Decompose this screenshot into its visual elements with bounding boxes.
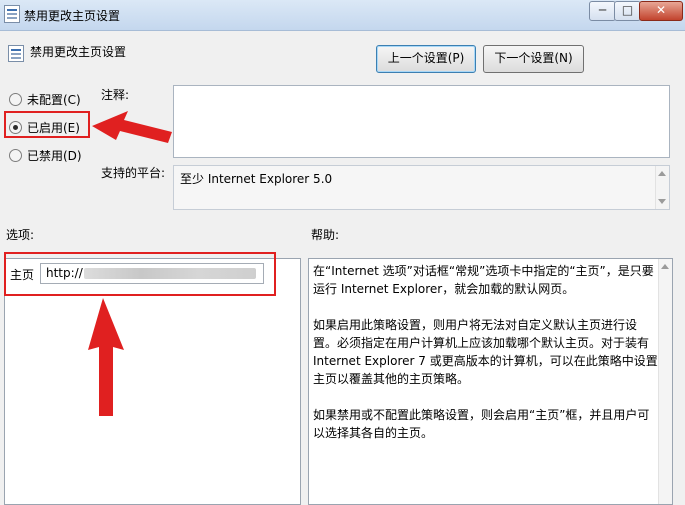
maximize-button[interactable]: □ — [614, 1, 641, 21]
platform-label: 支持的平台: — [101, 166, 166, 180]
help-paragraph: 如果启用此策略设置，则用户将无法对自定义默认主页进行设置。必须指定在用户计算机上… — [313, 318, 658, 386]
help-label: 帮助: — [311, 228, 340, 242]
radio-label: 未配置(C) — [27, 93, 81, 107]
platform-scrollbar[interactable] — [655, 166, 669, 209]
arrow-to-enabled-icon — [92, 111, 172, 143]
previous-setting-button[interactable]: 上一个设置(P) — [376, 45, 476, 73]
scroll-down-icon[interactable] — [658, 199, 666, 204]
options-label: 选项: — [6, 228, 35, 242]
radio-button-icon — [9, 149, 22, 162]
minimize-button[interactable]: ─ — [589, 1, 616, 21]
comment-textarea[interactable] — [173, 85, 670, 158]
policy-title: 禁用更改主页设置 — [30, 45, 127, 59]
platform-value: 至少 Internet Explorer 5.0 — [180, 172, 333, 186]
next-setting-button[interactable]: 下一个设置(N) — [483, 45, 584, 73]
scroll-up-icon[interactable] — [658, 171, 666, 176]
help-text: 在“Internet 选项”对话框“常规”选项卡中指定的“主页”，是只要运行 I… — [313, 262, 659, 460]
policy-window-icon — [4, 5, 20, 23]
help-paragraph: 如果禁用或不配置此策略设置，则会启用“主页”框，并且用户可以选择其各自的主页。 — [313, 408, 650, 440]
help-scrollbar[interactable] — [658, 259, 672, 504]
highlight-box-enabled — [4, 111, 90, 138]
window-title: 禁用更改主页设置 — [24, 9, 121, 23]
comment-label: 注释: — [101, 88, 130, 102]
radio-label: 已禁用(D) — [27, 149, 82, 163]
close-button[interactable]: ✕ — [639, 1, 683, 21]
highlight-box-homepage — [4, 252, 276, 296]
radio-button-icon — [9, 93, 22, 106]
scroll-up-icon[interactable] — [661, 264, 669, 269]
help-paragraph: 在“Internet 选项”对话框“常规”选项卡中指定的“主页”，是只要运行 I… — [313, 264, 654, 296]
policy-icon — [8, 45, 24, 62]
